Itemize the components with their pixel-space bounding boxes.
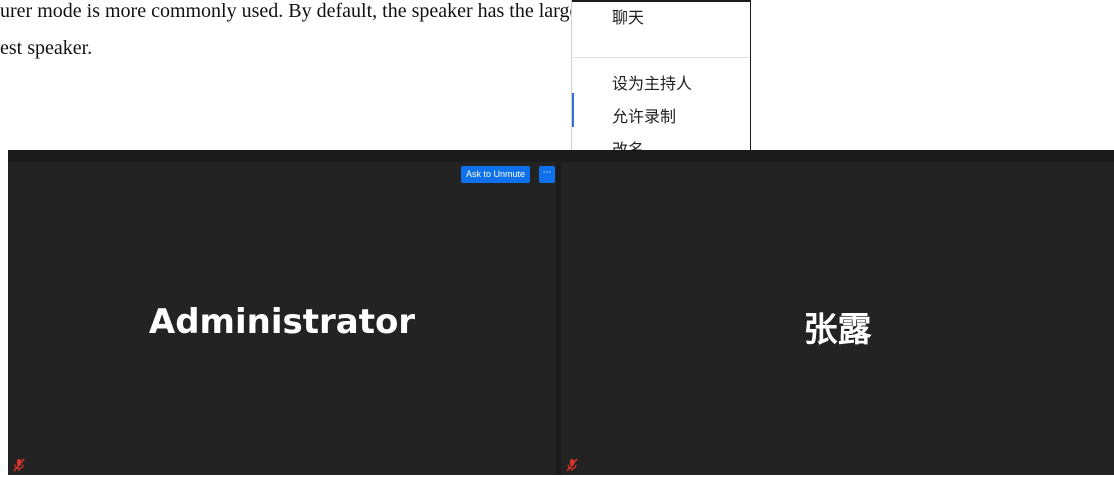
ask-to-unmute-button[interactable]: Ask to Unmute <box>461 166 531 183</box>
muted-mic-icon <box>566 458 578 472</box>
menu-item-allow-record[interactable]: 允许录制 <box>612 103 676 127</box>
participant-name: 张露 <box>803 310 872 350</box>
meeting-video-area: Ask to Unmute ··· Administrator 张露 <box>8 150 1114 475</box>
menu-item-rename[interactable]: 改名 <box>612 136 644 150</box>
menu-divider <box>572 57 750 58</box>
muted-mic-icon <box>13 458 25 472</box>
document-text-line: est speaker. <box>0 37 93 59</box>
video-tile-zhang-lu[interactable]: 张露 <box>561 162 1114 475</box>
participant-context-menu: 聊天 设为主持人 允许录制 改名 <box>571 0 751 150</box>
menu-top-border <box>572 0 750 2</box>
page: urer mode is more commonly used. By defa… <box>0 0 1114 477</box>
more-options-button[interactable]: ··· <box>539 166 555 183</box>
video-tile-administrator[interactable]: Ask to Unmute ··· Administrator <box>8 162 556 475</box>
participant-name: Administrator <box>148 302 416 342</box>
menu-hover-accent <box>572 93 574 127</box>
menu-item-make-host[interactable]: 设为主持人 <box>612 70 692 94</box>
menu-item-chat[interactable]: 聊天 <box>612 4 644 28</box>
